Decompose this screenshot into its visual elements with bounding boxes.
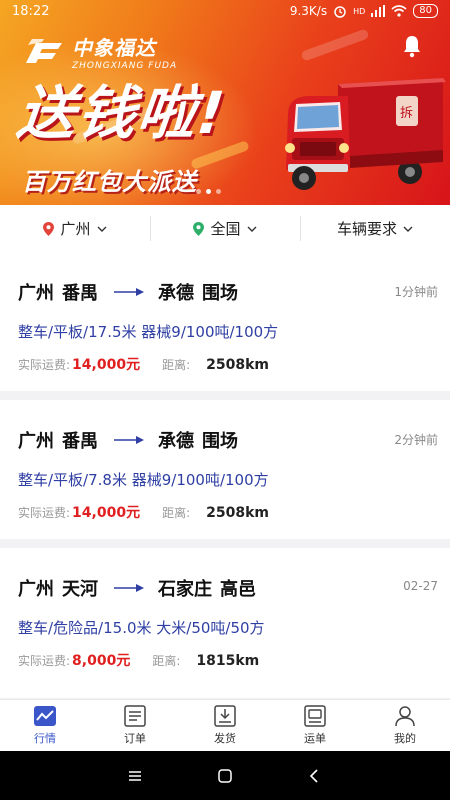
cargo-spec: 整车/平板/17.5米 器械9/100吨/100方 (18, 323, 279, 341)
cargo-meta: 实际运费: 14,000元 距离: 2508km (18, 502, 269, 522)
destination-district: 围场 (202, 431, 238, 452)
tab-market-label: 行情 (34, 732, 56, 745)
logo-text-cn: 中象福达 (72, 36, 156, 60)
chevron-down-icon (403, 226, 413, 232)
posted-time: 02-27 (403, 579, 438, 593)
distance-value: 2508km (206, 505, 269, 521)
distance-label: 距离: (162, 358, 191, 372)
menu-icon[interactable] (127, 768, 143, 784)
waybill-icon (304, 705, 326, 727)
location-pin-green-icon (193, 221, 205, 236)
destination-city: 石家庄 (158, 579, 212, 600)
destination-district: 围场 (202, 283, 238, 304)
battery-indicator: 80 (413, 4, 438, 18)
back-icon[interactable] (307, 768, 323, 784)
cargo-spec: 整车/平板/7.8米 器械9/100吨/100方 (18, 471, 269, 489)
route-arrow-icon (114, 436, 144, 444)
carousel-dot (196, 189, 201, 194)
route-arrow-icon (114, 288, 144, 296)
distance-label: 距离: (162, 506, 191, 520)
status-time: 18:22 (12, 4, 50, 19)
distance-value: 1815km (196, 653, 260, 669)
promo-banner[interactable]: 18:22 9.3K/s HD 80 中象福达 ZHONGXIANG FUDA … (0, 0, 450, 205)
cargo-meta: 实际运费: 14,000元 距离: 2508km (18, 354, 269, 374)
cargo-card[interactable]: 广州 番禺 承德 围场 1分钟前 整车/平板/17.5米 器械9/100吨/10… (0, 252, 450, 391)
location-pin-red-icon (43, 221, 55, 236)
route: 广州 番禺 承德 围场 (18, 427, 238, 453)
origin-filter-label: 广州 (60, 220, 91, 238)
banner-subslogan: 百万红包大派送 (22, 168, 197, 196)
red-truck-illustration: 拆 (285, 78, 446, 190)
origin-city: 广州 (18, 431, 54, 452)
alarm-icon (334, 6, 346, 18)
route: 广州 番禺 承德 围场 (18, 279, 238, 305)
tab-waybill-label: 运单 (304, 732, 326, 745)
tab-ship[interactable]: 发货 (180, 700, 270, 751)
tab-ship-label: 发货 (214, 732, 236, 745)
origin-district: 番禺 (62, 283, 98, 304)
posted-time: 2分钟前 (394, 433, 438, 447)
distance-value: 2508km (206, 357, 269, 373)
destination-city: 承德 (158, 283, 194, 304)
fee-value: 14,000元 (72, 357, 141, 373)
cargo-card[interactable]: 广州 番禺 承德 围场 2分钟前 整车/平板/7.8米 器械9/100吨/100… (0, 400, 450, 539)
tab-profile-label: 我的 (394, 732, 416, 745)
route: 广州 天河 石家庄 高邑 (18, 575, 256, 601)
carousel-dot-active (206, 189, 211, 194)
posted-time: 1分钟前 (394, 285, 438, 299)
truck-sign: 拆 (400, 106, 413, 121)
destination-filter-label: 全国 (210, 220, 241, 238)
fee-label: 实际运费: (18, 358, 71, 372)
fee-label: 实际运费: (18, 506, 71, 520)
cargo-spec: 整车/危险品/15.0米 大米/50吨/50方 (18, 619, 265, 637)
banner-decoration (300, 28, 370, 62)
chevron-down-icon (247, 226, 256, 232)
tab-profile[interactable]: 我的 (360, 700, 450, 751)
market-chart-icon (34, 706, 56, 726)
tab-waybill[interactable]: 运单 (270, 700, 360, 751)
system-nav-bar (0, 751, 450, 800)
tab-market[interactable]: 行情 (0, 700, 90, 751)
profile-icon (395, 706, 415, 727)
origin-city: 广州 (18, 579, 54, 600)
home-icon[interactable] (217, 768, 233, 784)
network-speed: 9.3K/s (289, 4, 328, 18)
destination-filter[interactable]: 全国 (150, 205, 300, 252)
hd-signal-label: HD (353, 6, 366, 16)
carousel-indicator (196, 189, 221, 194)
signal-icon (371, 5, 386, 17)
vehicle-filter[interactable]: 车辆要求 (300, 205, 450, 252)
notification-bell-icon[interactable] (400, 34, 424, 58)
elephant-logo-icon (26, 38, 62, 63)
tab-orders-label: 订单 (124, 732, 146, 745)
origin-city: 广州 (18, 283, 54, 304)
vehicle-filter-label: 车辆要求 (336, 220, 397, 238)
cargo-meta: 实际运费: 8,000元 距离: 1815km (18, 650, 259, 670)
fee-value: 8,000元 (72, 653, 131, 669)
chevron-down-icon (97, 226, 106, 232)
ship-goods-icon (214, 705, 236, 727)
filter-bar: 广州 全国 车辆要求 (0, 205, 450, 252)
destination-district: 高邑 (220, 579, 256, 600)
route-arrow-icon (114, 584, 144, 592)
origin-district: 番禺 (62, 431, 98, 452)
bottom-tab-bar: 行情 订单 发货 运单 我的 (0, 699, 450, 751)
carousel-dot (216, 189, 221, 194)
destination-city: 承德 (158, 431, 194, 452)
fee-value: 14,000元 (72, 505, 141, 521)
tab-orders[interactable]: 订单 (90, 700, 180, 751)
distance-label: 距离: (152, 654, 181, 668)
origin-district: 天河 (62, 579, 98, 600)
cargo-card[interactable]: 广州 天河 石家庄 高邑 02-27 整车/危险品/15.0米 大米/50吨/5… (0, 548, 450, 698)
banner-slogan: 送钱啦! (13, 79, 230, 147)
origin-filter[interactable]: 广州 (0, 205, 150, 252)
wifi-icon (391, 5, 407, 17)
order-list-icon (124, 705, 146, 727)
fee-label: 实际运费: (18, 654, 71, 668)
status-bar: 18:22 9.3K/s HD 80 (0, 0, 450, 24)
